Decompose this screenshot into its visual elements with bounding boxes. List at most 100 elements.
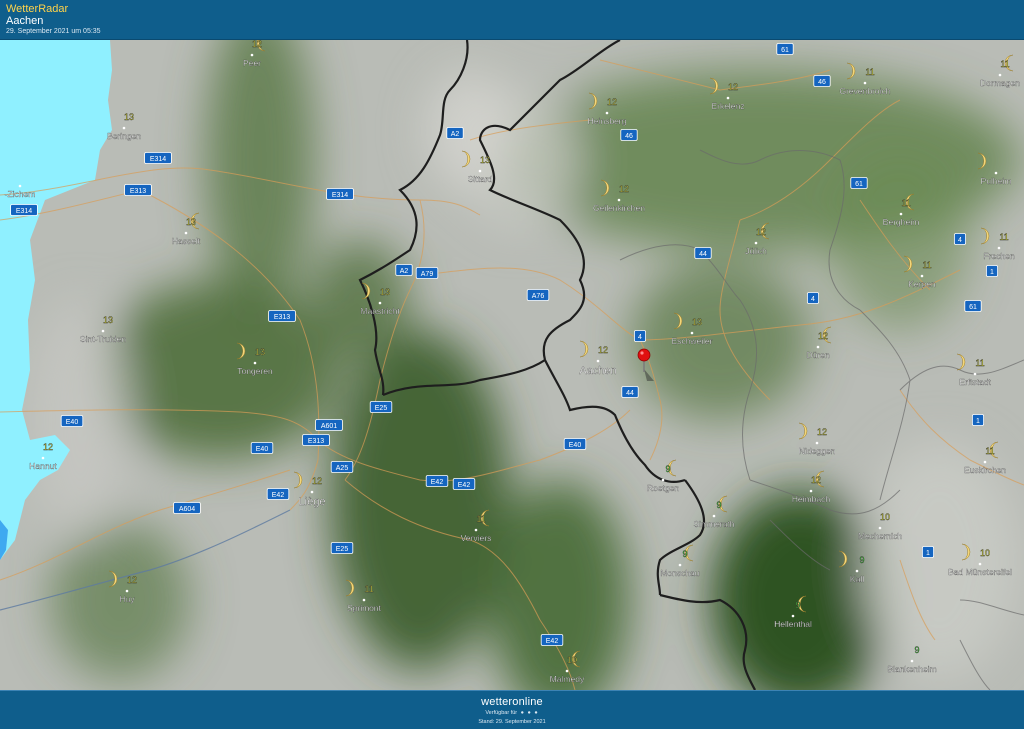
available-line: Verfügbar für ● ● ● xyxy=(0,710,1024,716)
road-badge: E314 xyxy=(144,152,172,164)
temperature-label: 12 xyxy=(728,82,738,92)
temperature-label: 12 xyxy=(756,227,766,237)
road-badge: E25 xyxy=(330,542,354,554)
app-title: WetterRadar xyxy=(6,3,69,15)
temperature-label: 12 xyxy=(607,97,617,107)
city-name: Pulheim xyxy=(981,176,1012,186)
stand-text: Stand: 29. September 2021 xyxy=(478,719,546,725)
city-name: Verviers xyxy=(461,533,492,543)
temperature-label: 13 xyxy=(124,112,134,122)
city-name: Nideggen xyxy=(799,446,836,456)
map-canvas[interactable]: 6146A2 46E314E313E314E314A2 A79A7644446141… xyxy=(0,40,1024,690)
city-name: Sint-Truiden xyxy=(80,334,126,344)
city-name: Kall xyxy=(850,574,864,584)
city-name: Frechen xyxy=(983,251,1014,261)
city-name: Aachen xyxy=(579,365,616,377)
city-name: Heinsberg xyxy=(588,116,627,126)
road-number: 1 xyxy=(990,269,994,276)
temperature-label: 11 xyxy=(1000,59,1009,69)
available-label: Verfügbar für xyxy=(485,710,518,716)
road-number: E25 xyxy=(336,546,349,553)
road-number: E40 xyxy=(256,446,269,453)
road-badge: A601 xyxy=(315,419,343,431)
road-badge: 61 xyxy=(850,177,868,189)
city-name: Simmerath xyxy=(693,519,734,529)
road-badge: 44 xyxy=(621,386,639,398)
road-badge: 4 xyxy=(954,233,967,245)
road-badge: 46 xyxy=(813,75,831,87)
road-number: A604 xyxy=(179,506,195,513)
city-name: Erkelenz xyxy=(711,101,744,111)
temperature-label: 11 xyxy=(364,584,373,594)
temperature-label: 11 xyxy=(985,446,994,456)
road-number: 1 xyxy=(976,418,980,425)
temperature-label: 12 xyxy=(598,345,608,355)
city-name: Liège xyxy=(299,496,326,508)
road-badge: 61 xyxy=(964,300,982,312)
temperature-label: 13 xyxy=(255,347,265,357)
city-name: Hannut xyxy=(29,461,57,471)
temperature-label: 11 xyxy=(922,260,931,270)
city-name: Tongeren xyxy=(237,366,273,376)
road-badge: 4 xyxy=(634,330,647,342)
temperature-label: 9 xyxy=(716,500,721,510)
road-badge: E40 xyxy=(60,415,84,427)
temperature-label: 12 xyxy=(811,475,821,485)
brand-logo: wetteronline xyxy=(481,696,543,708)
road-number: A2 xyxy=(400,268,409,275)
road-number: 44 xyxy=(626,390,634,397)
road-badge: E313 xyxy=(124,184,152,196)
road-number: A76 xyxy=(532,293,545,300)
city-name: Heimbach xyxy=(792,494,831,504)
temperature-label: 10 xyxy=(880,512,890,522)
temperature-label: 9 xyxy=(665,464,670,474)
road-badge: E313 xyxy=(268,310,296,322)
temperature-label: 11 xyxy=(476,514,485,524)
road-number: E314 xyxy=(16,208,32,215)
road-badge: E314 xyxy=(326,188,354,200)
city-name: Maastricht xyxy=(360,306,400,316)
app-footer: wetteronline Verfügbar für ● ● ● Stand: … xyxy=(0,690,1024,729)
temperature-label: 11 xyxy=(999,232,1008,242)
temperature-label: 13 xyxy=(380,287,390,297)
city-name: Roetgen xyxy=(647,483,679,493)
app-header: WetterRadar Aachen 29. September 2021 um… xyxy=(0,0,1024,40)
road-badge: 61 xyxy=(776,43,794,55)
road-badge: E25 xyxy=(369,401,393,413)
city-name: Eschweiler xyxy=(671,336,712,346)
city-name: Erftstadt xyxy=(959,377,991,387)
road-number: E314 xyxy=(332,192,348,199)
road-number: 61 xyxy=(781,47,789,54)
temperature-label: 11 xyxy=(975,358,984,368)
road-number: A25 xyxy=(336,465,349,472)
city-name: Geilenkirchen xyxy=(593,203,645,213)
city-name: Sittard xyxy=(468,174,493,184)
timestamp: 29. September 2021 um 05:35 xyxy=(6,28,101,35)
road-number: 4 xyxy=(958,237,962,244)
temperature-label: 10 xyxy=(567,655,577,665)
road-number: A2 xyxy=(451,131,460,138)
temperature-label: 12 xyxy=(312,476,322,486)
road-number: E42 xyxy=(431,479,444,486)
road-badge: 1 xyxy=(986,265,999,277)
temperature-label: 12 xyxy=(818,331,828,341)
city-name: Dormagen xyxy=(980,78,1020,88)
road-number: E42 xyxy=(546,638,559,645)
road-badge: 1 xyxy=(972,414,985,426)
temperature-label: 11 xyxy=(865,67,874,77)
road-number: A601 xyxy=(321,423,337,430)
road-number: E42 xyxy=(272,492,285,499)
road-number: 4 xyxy=(811,296,815,303)
city-name: Grevenbroich xyxy=(839,86,890,96)
temperature-label: 9 xyxy=(682,549,687,559)
temperature-label: 13 xyxy=(692,317,702,327)
road-badge: A2 xyxy=(446,127,464,139)
radar-map[interactable]: 61 46 A2 46 E314 E313 E314 E314 A2 A79 A76 44 4 4 61 4 1… xyxy=(0,40,1024,690)
city-name: Euskirchen xyxy=(964,465,1006,475)
road-number: A79 xyxy=(421,271,434,278)
city-name: Bergheim xyxy=(883,217,919,227)
road-badge: A25 xyxy=(330,461,354,473)
temperature-label: 12 xyxy=(127,575,137,585)
road-badge: E42 xyxy=(425,475,449,487)
road-badge: E42 xyxy=(452,478,476,490)
